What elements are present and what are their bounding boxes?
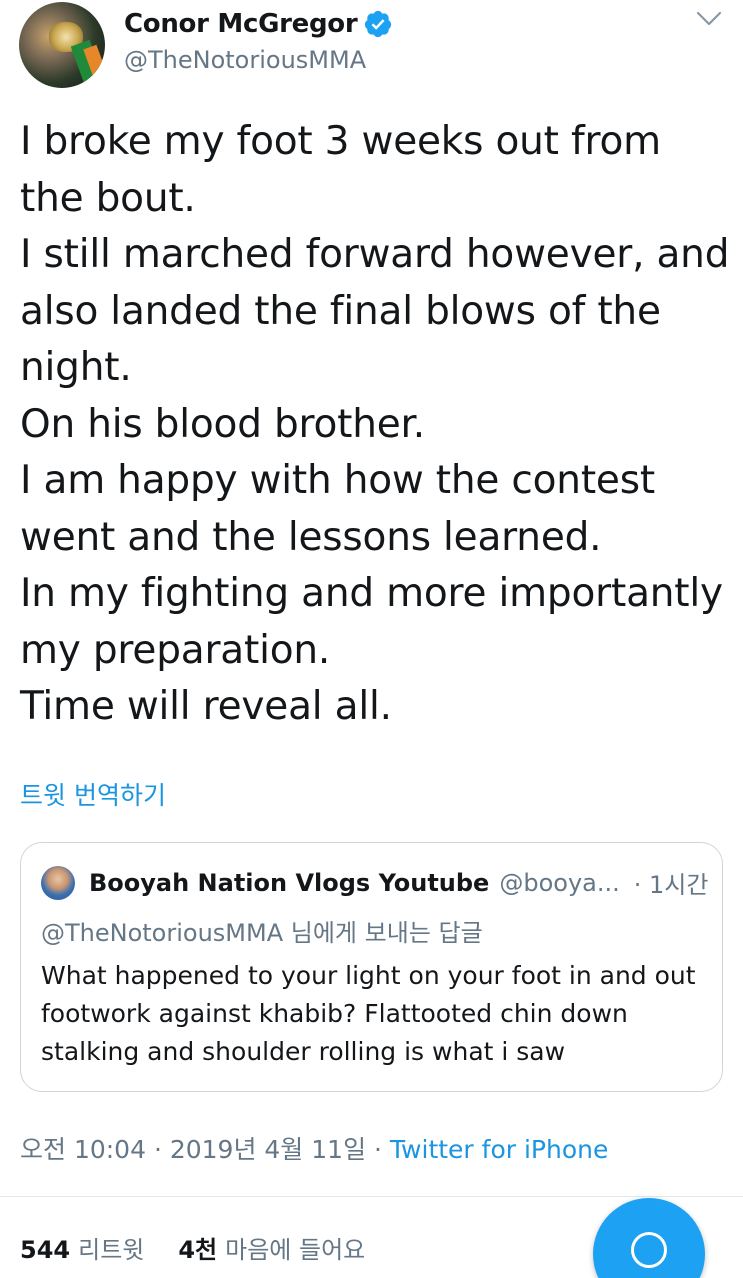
quoted-author-handle: @booya... [499,868,620,897]
tweet-line: In my fighting and more importantly [20,571,723,616]
quoted-tweet-text: What happened to your light on your foot… [41,957,711,1071]
likes-label: 마음에 들어요 [225,1236,366,1264]
quoted-author-name: Booyah Nation Vlogs Youtube [89,868,490,897]
author-display-name[interactable]: Conor McGregor [124,9,358,39]
tweet-text: I broke my foot 3 weeks out from the bou… [20,114,732,736]
likes-count: 4천 [178,1236,218,1264]
retweets-label: 리트윗 [78,1236,145,1264]
quoted-tweet-line: footwork against khabib? Flattooted chin… [41,999,628,1028]
compose-icon [631,1232,667,1268]
tweet-line: went and the lessons learned. [20,514,602,560]
tweet-timestamp[interactable]: 오전 10:04 · 2019년 4월 11일 · [20,1135,390,1164]
compose-button[interactable] [593,1198,705,1278]
tweet-source-link[interactable]: Twitter for iPhone [390,1135,608,1164]
quoted-tweet-line: What happened to your light on your foot… [41,961,696,990]
author-avatar[interactable] [19,2,105,88]
quoted-tweet-header: Booyah Nation Vlogs Youtube @booya... · … [41,865,708,900]
quoted-tweet-line: stalking and shoulder rolling is what i … [41,1037,566,1066]
verified-badge-icon [365,10,392,38]
chevron-down-icon[interactable] [696,10,722,28]
retweets-count: 544 [20,1236,71,1264]
tweet-line: I still marched forward however, and [20,232,730,277]
likes-stat[interactable]: 4천 마음에 들어요 [178,1230,365,1265]
translate-tweet-link[interactable]: 트윗 번역하기 [20,776,166,812]
author-handle[interactable]: @TheNotoriousMMA [124,46,366,74]
tweet-stats: 544 리트윗 4천 마음에 들어요 [20,1230,365,1265]
author-name-row[interactable]: Conor McGregor [124,6,393,42]
tweet-meta: 오전 10:04 · 2019년 4월 11일 · Twitter for iP… [20,1130,608,1166]
tweet-line: night. [20,345,132,390]
tweet-line: the bout. [20,175,196,221]
tweet-line: my preparation. [20,627,331,673]
quoted-author-avatar [41,865,75,900]
quoted-reply-context: @TheNotoriousMMA 님에게 보내는 답글 [41,919,483,947]
divider [0,1196,743,1197]
tweet-line: Time will reveal all. [20,684,392,729]
tweet-line: I am happy with how the contest [20,458,655,503]
tweet-line: On his blood brother. [20,401,425,447]
tweet-line: also landed the final blows of the [20,288,661,334]
quoted-tweet-time: · 1시간 [633,871,709,899]
retweets-stat[interactable]: 544 리트윗 [20,1230,144,1265]
quoted-tweet-card[interactable]: Booyah Nation Vlogs Youtube @booya... · … [20,842,723,1092]
tweet-line: I broke my foot 3 weeks out from [20,119,661,164]
